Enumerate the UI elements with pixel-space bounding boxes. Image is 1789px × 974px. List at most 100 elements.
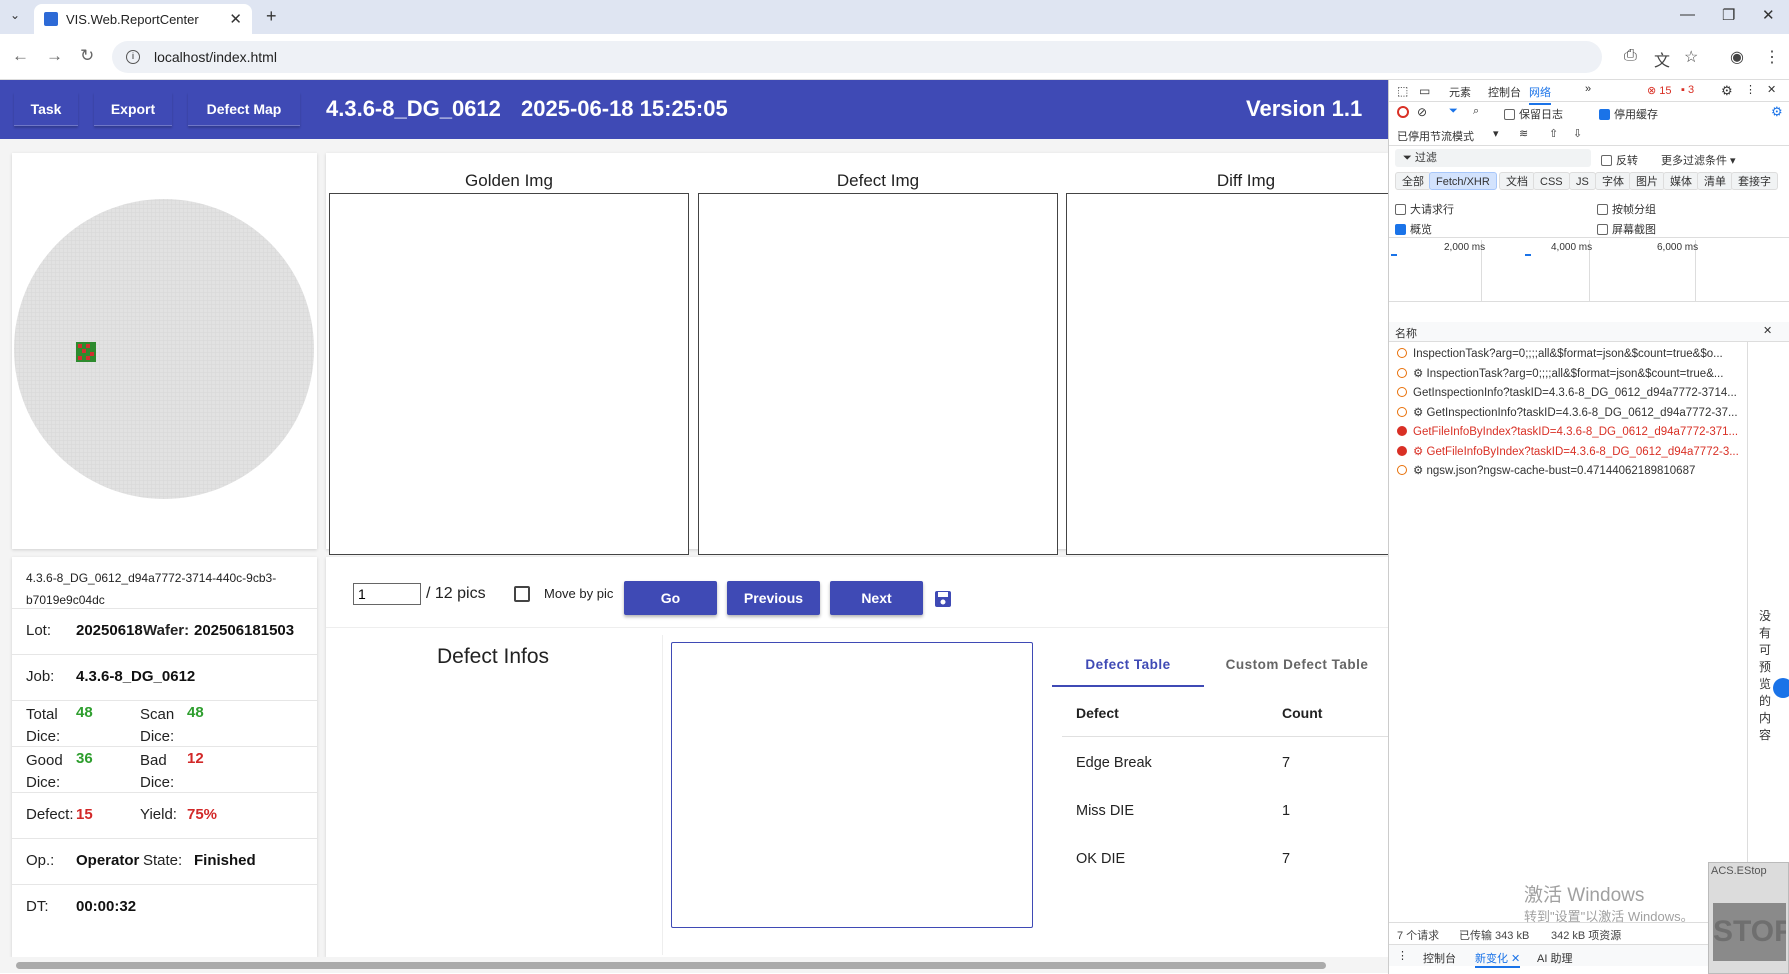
new-tab-icon[interactable]: + bbox=[266, 6, 277, 27]
drawer-menu-icon[interactable]: ⋮ bbox=[1397, 949, 1408, 962]
bookmark-star-icon[interactable]: ☆ bbox=[1684, 47, 1698, 67]
nav-export-button[interactable]: Export bbox=[94, 92, 172, 126]
defect-img-box[interactable] bbox=[698, 193, 1058, 555]
chip-img[interactable]: 图片 bbox=[1629, 172, 1665, 190]
nav-defect-map-button[interactable]: Defect Map bbox=[188, 92, 300, 126]
site-info-icon[interactable]: i bbox=[126, 50, 140, 64]
chip-all[interactable]: 全部 bbox=[1395, 172, 1431, 190]
devtools-tab-elements[interactable]: 元素 bbox=[1449, 84, 1471, 100]
scrollbar-thumb[interactable] bbox=[16, 962, 1326, 969]
version-label: Version 1.1 bbox=[1246, 96, 1363, 121]
horizontal-scrollbar[interactable] bbox=[0, 957, 1388, 973]
settings-gear-icon[interactable]: ⚙ bbox=[1721, 83, 1733, 99]
group-by-frame-toggle[interactable]: 按帧分组 bbox=[1597, 201, 1656, 217]
chip-css[interactable]: CSS bbox=[1533, 172, 1570, 190]
drawer-tab-ai[interactable]: AI 助理 bbox=[1537, 950, 1572, 966]
overview-toggle[interactable]: 概览 bbox=[1395, 221, 1432, 237]
disable-cache-toggle[interactable]: 停用缓存 bbox=[1599, 106, 1658, 122]
chip-font[interactable]: 字体 bbox=[1595, 172, 1631, 190]
table-row[interactable]: Edge Break 7 bbox=[1062, 737, 1388, 785]
close-detail-icon[interactable]: ✕ bbox=[1763, 324, 1772, 337]
golden-img-box[interactable] bbox=[329, 193, 689, 555]
network-settings-icon[interactable]: ⚙ bbox=[1771, 104, 1783, 120]
menu-icon[interactable]: ⋮ bbox=[1764, 47, 1780, 67]
move-by-pic-checkbox[interactable] bbox=[514, 586, 530, 602]
network-timeline[interactable]: 2,000 ms 4,000 ms 6,000 ms bbox=[1389, 240, 1789, 302]
list-item[interactable]: ⚙ GetInspectionInfo?taskID=4.3.6-8_DG_06… bbox=[1389, 403, 1747, 423]
invert-toggle[interactable]: 反转 bbox=[1601, 152, 1638, 168]
estop-button[interactable]: STOP bbox=[1713, 903, 1786, 961]
defect-die-cluster[interactable] bbox=[76, 342, 96, 362]
name-column[interactable]: 名称 bbox=[1395, 325, 1417, 341]
list-item[interactable]: ⚙ InspectionTask?arg=0;;;;all&$format=js… bbox=[1389, 364, 1747, 384]
go-button[interactable]: Go bbox=[624, 581, 717, 615]
translate-icon[interactable]: 文 bbox=[1654, 47, 1670, 71]
restore-icon[interactable]: ❐ bbox=[1722, 6, 1735, 24]
throttle-select[interactable]: 已停用节流模式 bbox=[1397, 128, 1474, 144]
error-count[interactable]: ⊗ 15 bbox=[1647, 84, 1672, 97]
devtools-tab-console[interactable]: 控制台 bbox=[1488, 84, 1521, 100]
table-row[interactable]: OK DIE 7 bbox=[1062, 833, 1388, 881]
device-icon[interactable]: ▭ bbox=[1419, 84, 1430, 98]
screenshots-toggle[interactable]: 屏幕截图 bbox=[1597, 221, 1656, 237]
inspect-icon[interactable]: ⬚ bbox=[1397, 84, 1408, 98]
chip-media[interactable]: 媒体 bbox=[1663, 172, 1699, 190]
forward-icon[interactable]: → bbox=[46, 46, 63, 66]
export-icon[interactable]: ⇩ bbox=[1573, 127, 1582, 140]
state-label: State: bbox=[143, 852, 183, 869]
tab-search-icon[interactable]: ⌄ bbox=[10, 8, 20, 22]
search-icon[interactable]: ⌕ bbox=[1473, 105, 1479, 118]
more-tabs-icon[interactable]: » bbox=[1585, 83, 1591, 95]
list-item[interactable]: GetInspectionInfo?taskID=4.3.6-8_DG_0612… bbox=[1389, 383, 1747, 403]
devtools-menu-icon[interactable]: ⋮ bbox=[1745, 83, 1756, 96]
chip-doc[interactable]: 文档 bbox=[1499, 172, 1535, 190]
wifi-icon[interactable]: ≋ bbox=[1519, 127, 1528, 140]
chip-fetch-xhr[interactable]: Fetch/XHR bbox=[1429, 172, 1497, 190]
back-icon[interactable]: ← bbox=[12, 46, 29, 66]
import-icon[interactable]: ⇧ bbox=[1549, 127, 1558, 140]
tab-custom-defect-table[interactable]: Custom Defect Table bbox=[1206, 645, 1388, 687]
warning-count[interactable]: ▪ 3 bbox=[1681, 84, 1694, 96]
list-item[interactable]: InspectionTask?arg=0;;;;all&$format=json… bbox=[1389, 344, 1747, 364]
pic-index-input[interactable] bbox=[353, 583, 421, 605]
record-icon[interactable] bbox=[1397, 106, 1409, 118]
browser-tab[interactable]: VIS.Web.ReportCenter ✕ bbox=[34, 4, 252, 34]
previous-button[interactable]: Previous bbox=[727, 581, 820, 615]
close-tab-icon[interactable]: ✕ bbox=[229, 10, 242, 28]
url-field[interactable]: i localhost/index.html bbox=[112, 41, 1602, 73]
list-item[interactable]: GetFileInfoByIndex?taskID=4.3.6-8_DG_061… bbox=[1389, 422, 1747, 442]
profile-icon[interactable]: ◉ bbox=[1730, 47, 1744, 67]
list-item[interactable]: ⚙ GetFileInfoByIndex?taskID=4.3.6-8_DG_0… bbox=[1389, 442, 1747, 462]
estop-widget[interactable]: ACS.EStop STOP bbox=[1708, 862, 1789, 974]
save-icon[interactable] bbox=[934, 590, 952, 608]
next-button[interactable]: Next bbox=[830, 581, 923, 615]
drawer-tab-console[interactable]: 控制台 bbox=[1423, 950, 1456, 966]
chip-socket[interactable]: 套接字 bbox=[1731, 172, 1778, 190]
minimize-icon[interactable]: — bbox=[1680, 6, 1695, 23]
filter-funnel-icon[interactable]: ⏷ bbox=[1449, 105, 1458, 118]
tab-defect-table[interactable]: Defect Table bbox=[1052, 645, 1204, 687]
throttle-dropdown-icon[interactable]: ▾ bbox=[1493, 127, 1499, 140]
more-filters-dropdown[interactable]: 更多过滤条件 ▾ bbox=[1661, 152, 1736, 168]
scan-dice-label: Scan Dice: bbox=[140, 706, 175, 745]
list-item[interactable]: ⚙ ngsw.json?ngsw-cache-bust=0.4714406218… bbox=[1389, 461, 1747, 481]
wafer-map[interactable] bbox=[12, 153, 317, 549]
install-icon[interactable]: ⎙ bbox=[1624, 47, 1637, 65]
devtools-close-icon[interactable]: ✕ bbox=[1767, 83, 1776, 96]
reload-icon[interactable]: ↻ bbox=[80, 46, 94, 66]
defect-detail-box[interactable] bbox=[671, 642, 1033, 928]
big-rows-toggle[interactable]: 大请求行 bbox=[1395, 201, 1454, 217]
drawer-tab-changes[interactable]: 新变化 ✕ bbox=[1475, 950, 1521, 968]
window-close-icon[interactable]: ✕ bbox=[1762, 6, 1775, 24]
preserve-log-toggle[interactable]: 保留日志 bbox=[1504, 106, 1563, 122]
side-panel-toggle-icon[interactable] bbox=[1773, 678, 1789, 698]
filter-input[interactable]: ⏷ 过滤 bbox=[1395, 149, 1591, 167]
table-row[interactable]: Miss DIE 1 bbox=[1062, 785, 1388, 833]
nav-task-button[interactable]: Task bbox=[14, 92, 78, 126]
clear-icon[interactable]: ⊘ bbox=[1417, 105, 1427, 119]
diff-img-box[interactable] bbox=[1066, 193, 1426, 555]
chip-js[interactable]: JS bbox=[1569, 172, 1596, 190]
throttle-row: 已停用节流模式 ▾ ≋ ⇧ ⇩ bbox=[1389, 124, 1789, 146]
checkbox-checked-icon bbox=[1395, 224, 1406, 235]
chip-manifest[interactable]: 清单 bbox=[1697, 172, 1733, 190]
